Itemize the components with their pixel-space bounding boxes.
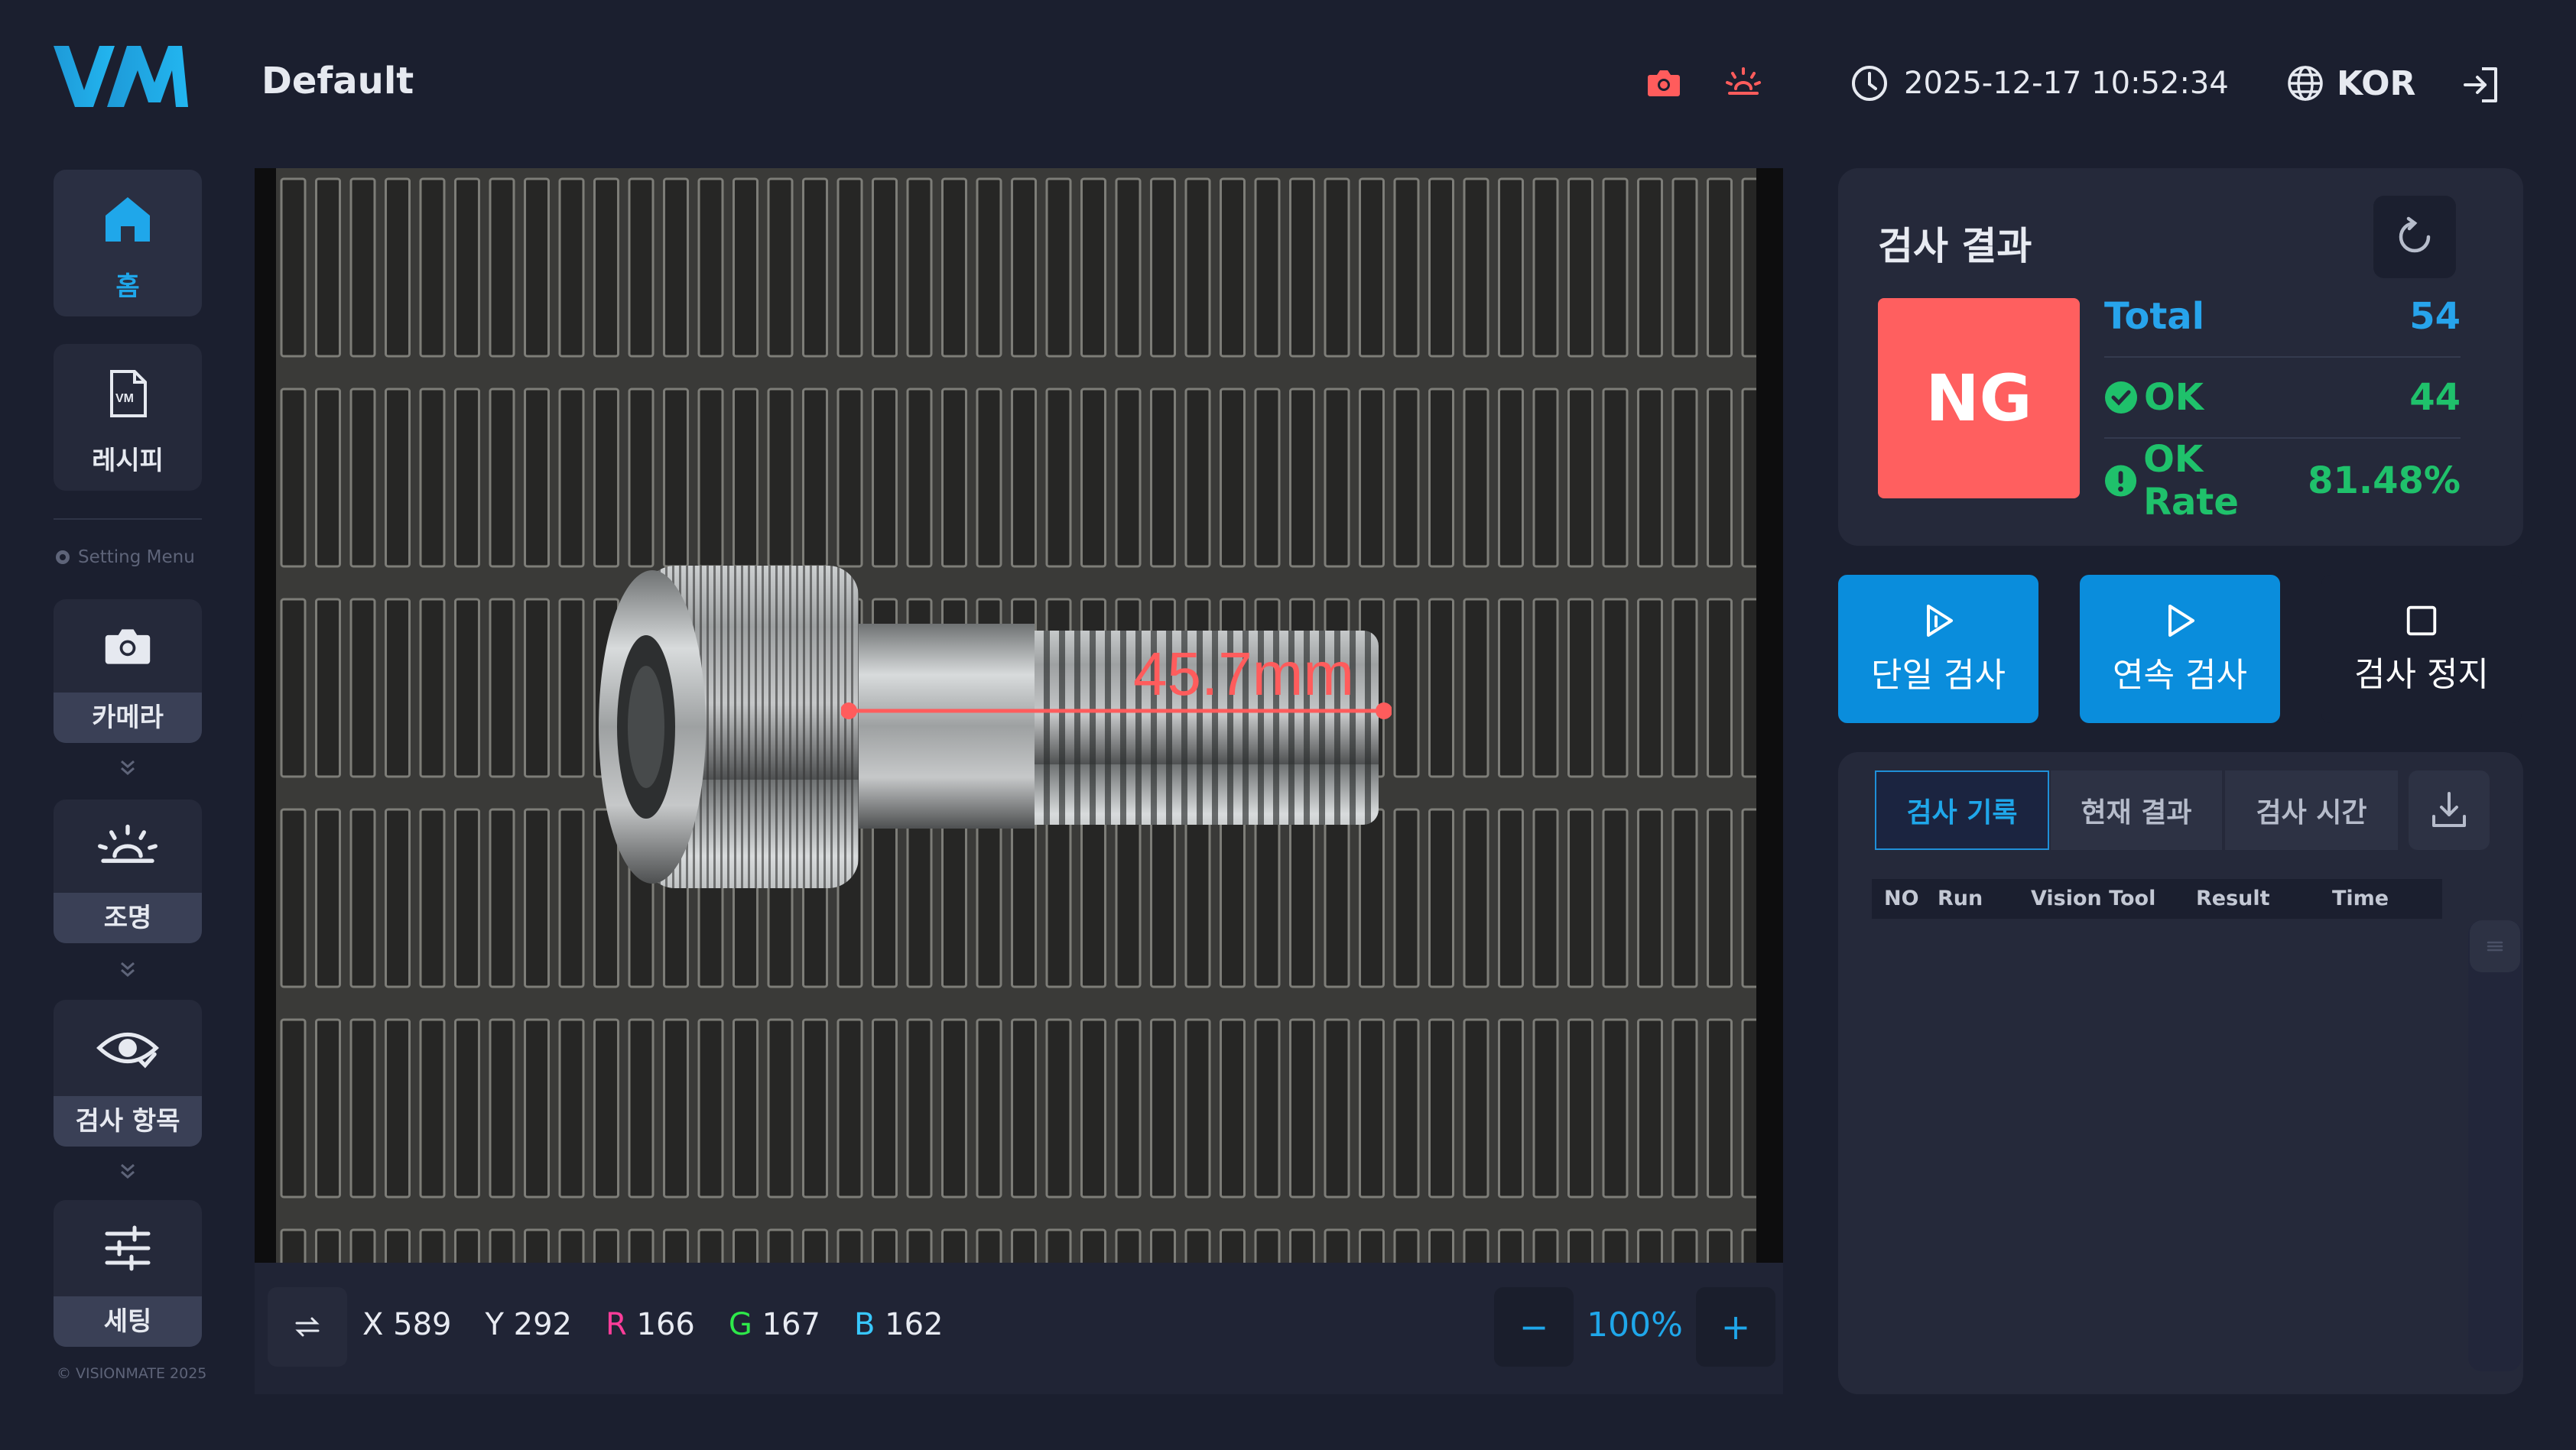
b-label: B (853, 1307, 875, 1342)
y-coordinate: Y 292 (485, 1307, 572, 1342)
sidebar-item-label: 조명 (54, 893, 202, 943)
chevron-down-icon (116, 1160, 139, 1183)
check-circle-icon (2105, 381, 2137, 414)
ok-rate-value: 81.48% (2308, 459, 2461, 502)
b-channel: B 162 (854, 1307, 944, 1342)
recipe-document-icon: VM (54, 344, 202, 443)
column-no: NO (1884, 887, 1919, 910)
total-value: 54 (2409, 295, 2461, 338)
sidebar-item-settings[interactable]: 세팅 (54, 1200, 202, 1347)
history-table-header: NO Run Vision Tool Result Time (1872, 879, 2442, 919)
play-once-icon (1927, 605, 1953, 637)
sidebar-divider (54, 518, 202, 520)
globe-icon[interactable] (2286, 64, 2324, 102)
sidebar-item-recipe[interactable]: VM 레시피 (54, 344, 202, 491)
continuous-inspection-label: 연속 검사 (2113, 656, 2247, 695)
x-coordinate: X 589 (362, 1307, 451, 1342)
stop-icon (2406, 605, 2437, 636)
history-scrollbar-thumb[interactable] (2470, 920, 2520, 972)
download-icon[interactable] (2409, 770, 2490, 850)
stop-inspection-button[interactable]: 검사 정지 (2321, 575, 2522, 723)
ok-value: 44 (2409, 376, 2461, 419)
y-value: 292 (513, 1307, 572, 1342)
r-channel: R 166 (606, 1307, 695, 1342)
sidebar-item-label: 검사 항목 (54, 1096, 202, 1147)
ok-label: OK (2144, 376, 2204, 419)
total-label: Total (2104, 295, 2205, 338)
total-row: Total 54 (2104, 277, 2461, 358)
light-icon (54, 800, 202, 893)
single-inspection-button[interactable]: 단일 검사 (1838, 575, 2038, 723)
g-value: 167 (762, 1307, 820, 1342)
sidebar-item-camera[interactable]: 카메라 (54, 599, 202, 743)
setting-menu-text: Setting Menu (78, 547, 195, 567)
clock-icon (1850, 64, 1889, 102)
language-selector[interactable]: KOR (2337, 64, 2415, 103)
eye-check-icon (54, 1000, 202, 1096)
zoom-out-button[interactable]: − (1494, 1287, 1574, 1367)
g-label: G (728, 1307, 752, 1342)
gear-icon (56, 550, 70, 564)
column-run: Run (1938, 887, 1983, 910)
visionmate-logo (54, 46, 188, 109)
chevron-down-icon (116, 757, 139, 780)
sidebar-item-label: 카메라 (54, 693, 202, 743)
measurement-label: 45.7mm (1133, 640, 1354, 708)
light-icon[interactable] (1723, 63, 1763, 102)
tab-current-result[interactable]: 현재 결과 (2051, 770, 2222, 850)
ok-row: OK 44 (2104, 358, 2461, 439)
refresh-icon[interactable] (2373, 196, 2456, 278)
alert-circle-icon (2104, 465, 2137, 497)
recipe-name: Default (261, 60, 414, 102)
column-time: Time (2332, 887, 2389, 910)
ok-rate-label: OK Rate (2143, 438, 2239, 524)
chevron-down-icon (116, 959, 139, 981)
stop-inspection-label: 검사 정지 (2354, 655, 2489, 694)
x-value: 589 (393, 1307, 452, 1342)
x-label: X (362, 1307, 384, 1342)
single-inspection-label: 단일 검사 (1871, 656, 2006, 695)
history-scrollbar-track[interactable] (2468, 920, 2522, 1371)
y-label: Y (485, 1307, 504, 1342)
zoom-level: 100% (1587, 1306, 1683, 1345)
zoom-in-button[interactable]: + (1696, 1287, 1775, 1367)
tab-inspection-history[interactable]: 검사 기록 (1875, 770, 2049, 850)
b-value: 162 (885, 1307, 944, 1342)
copyright-text: © VISIONMATE 2025 (57, 1365, 207, 1382)
tab-inspection-time[interactable]: 검사 시간 (2225, 770, 2398, 850)
column-vision-tool: Vision Tool (2031, 887, 2156, 910)
sidebar-item-label: 세팅 (54, 1296, 202, 1347)
column-result: Result (2196, 887, 2270, 910)
play-icon (2168, 605, 2194, 637)
home-icon (54, 170, 202, 269)
current-datetime: 2025-12-17 10:52:34 (1904, 66, 2229, 101)
swap-icon[interactable] (268, 1287, 347, 1367)
camera-icon (54, 599, 202, 693)
r-value: 166 (636, 1307, 695, 1342)
continuous-inspection-button[interactable]: 연속 검사 (2080, 575, 2280, 723)
sidebar-item-label: 레시피 (92, 446, 164, 476)
sidebar-item-label: 홈 (115, 271, 140, 302)
sliders-icon (54, 1200, 202, 1296)
logout-icon[interactable] (2461, 64, 2502, 105)
sidebar-item-inspection[interactable]: 검사 항목 (54, 1000, 202, 1147)
ok-rate-row: OK Rate 81.48% (2104, 438, 2461, 524)
svg-text:VM: VM (115, 392, 134, 405)
ng-status-badge: NG (1878, 298, 2080, 498)
sidebar-item-home[interactable]: 홈 (54, 170, 202, 316)
camera-icon[interactable] (1644, 63, 1684, 102)
setting-menu-label: Setting Menu (54, 547, 195, 567)
sidebar-item-lighting[interactable]: 조명 (54, 800, 202, 943)
result-title: 검사 결과 (1878, 224, 2032, 268)
g-channel: G 167 (729, 1307, 820, 1342)
pixel-info: X 589 Y 292 R 166 G 167 B 162 (362, 1307, 943, 1342)
history-table-body (1872, 919, 2442, 1370)
r-label: R (606, 1307, 627, 1342)
